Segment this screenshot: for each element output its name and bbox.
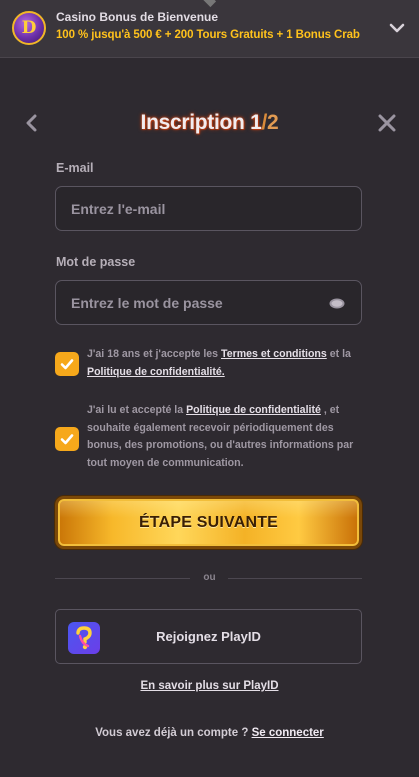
eye-icon[interactable] <box>329 298 345 309</box>
email-field-wrapper <box>55 186 362 231</box>
join-playid-button[interactable]: Rejoignez PlayID <box>55 609 362 664</box>
terms-checkbox[interactable] <box>55 352 79 376</box>
password-field[interactable] <box>56 281 361 324</box>
password-label: Mot de passe <box>56 255 136 269</box>
divider-line-right <box>228 578 362 579</box>
login-prompt: Vous avez déjà un compte ? Se connecter <box>0 727 419 739</box>
marketing-consent-text: J'ai lu et accepté la Politique de confi… <box>87 402 369 472</box>
terms-text-middle: et la <box>326 348 351 360</box>
promo-banner[interactable]: D Casino Bonus de Bienvenue 100 % jusqu'… <box>0 0 419 58</box>
marketing-checkbox[interactable] <box>55 427 79 451</box>
join-playid-label: Rejoignez PlayID <box>156 629 261 644</box>
privacy-policy-link[interactable]: Politique de confidentialité. <box>87 366 225 378</box>
login-link[interactable]: Se connecter <box>252 727 324 739</box>
marketing-text-start: J'ai lu et accepté la <box>87 404 187 416</box>
chevron-down-icon[interactable] <box>389 20 405 36</box>
checkmark-icon <box>60 434 74 445</box>
password-field-wrapper <box>55 280 362 325</box>
banner-bonus-text: 100 % jusqu'à 500 € + 200 Tours Gratuits… <box>56 29 360 41</box>
privacy-policy-link-2[interactable]: Politique de confidentialité <box>186 404 321 416</box>
close-icon[interactable] <box>377 113 397 133</box>
page-title-step: Inscription 1 <box>140 111 262 134</box>
learn-more-row: En savoir plus sur PlayID <box>0 680 419 692</box>
casino-logo-letter: D <box>21 18 37 38</box>
casino-logo-icon: D <box>12 11 46 45</box>
next-step-button[interactable]: ÉTAPE SUIVANTE <box>55 496 362 549</box>
terms-text-start: J'ai 18 ans et j'accepte les <box>87 348 222 360</box>
checkmark-icon <box>60 359 74 370</box>
banner-notch <box>201 0 217 8</box>
learn-more-playid-link[interactable]: En savoir plus sur PlayID <box>140 680 278 692</box>
terms-consent-text: J'ai 18 ans et j'accepte les Termes et c… <box>87 346 369 381</box>
login-question: Vous avez déjà un compte ? <box>95 727 252 739</box>
email-label: E-mail <box>56 161 94 175</box>
terms-conditions-link[interactable]: Termes et conditions <box>221 348 327 360</box>
banner-title: Casino Bonus de Bienvenue <box>56 10 219 24</box>
email-field[interactable] <box>56 187 361 230</box>
next-step-label: ÉTAPE SUIVANTE <box>138 513 279 531</box>
page-title-total: 2 <box>267 111 279 134</box>
page-title: Inscription 1/2 <box>0 111 419 135</box>
